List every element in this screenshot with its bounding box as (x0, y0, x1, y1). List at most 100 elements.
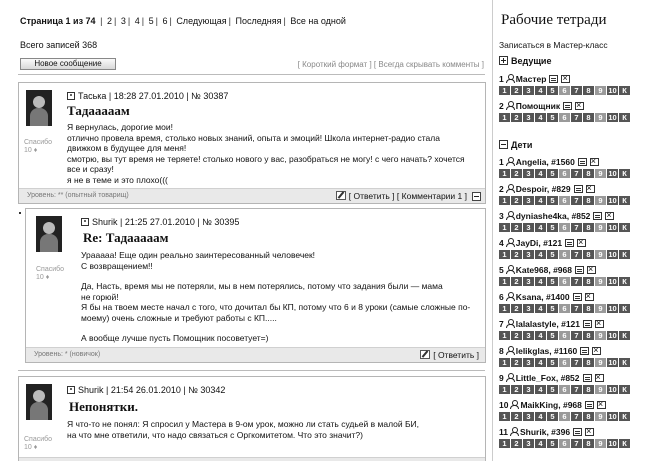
pager-next[interactable]: Следующая (176, 16, 226, 26)
lesson-tile[interactable]: 8 (583, 250, 594, 259)
lesson-tile[interactable]: 8 (583, 358, 594, 367)
lesson-tile[interactable]: 9 (595, 250, 606, 259)
member-row[interactable]: 6 Ksana, #1400 (499, 291, 594, 302)
lesson-tile[interactable]: 7 (571, 385, 582, 394)
lesson-tile[interactable]: 1 (499, 169, 510, 178)
lesson-tile[interactable]: 4 (535, 86, 546, 95)
lesson-tile[interactable]: 2 (511, 196, 522, 205)
lesson-tile[interactable]: 6 (559, 439, 570, 448)
member-name[interactable]: Angelia, #1560 (516, 157, 575, 167)
member-name[interactable]: Despoir, #829 (516, 184, 571, 194)
message-icon[interactable] (580, 347, 590, 355)
member-row[interactable]: 3 dyniashe4ka, #852 (499, 210, 615, 221)
lesson-tile[interactable]: 9 (595, 169, 606, 178)
close-icon[interactable] (586, 264, 596, 275)
pager-page-4[interactable]: 4 (135, 16, 140, 26)
lesson-tile[interactable]: К (619, 412, 630, 421)
lesson-tile[interactable]: 6 (559, 223, 570, 232)
message-icon[interactable] (574, 266, 584, 274)
close-icon[interactable] (585, 183, 595, 194)
lesson-tile[interactable]: 10 (607, 385, 618, 394)
reply-link[interactable]: [ Ответить ] (433, 350, 479, 360)
lesson-tile[interactable]: К (619, 196, 630, 205)
lesson-tile[interactable]: К (619, 358, 630, 367)
signup-link[interactable]: Записаться в Мастер-класс (499, 40, 608, 50)
thanks-count[interactable]: 10 ♦ (24, 146, 37, 155)
new-message-button[interactable]: Новое сообщение (20, 58, 116, 70)
lesson-tile[interactable]: 8 (583, 169, 594, 178)
lesson-tile[interactable]: 1 (499, 86, 510, 95)
member-row[interactable]: 2 Помощник (499, 100, 585, 111)
lesson-tile[interactable]: 10 (607, 223, 618, 232)
lesson-tile[interactable]: 7 (571, 86, 582, 95)
lesson-tile[interactable]: 8 (583, 385, 594, 394)
lesson-tile[interactable]: К (619, 169, 630, 178)
lesson-tile[interactable]: 2 (511, 223, 522, 232)
lesson-tile[interactable]: 7 (571, 331, 582, 340)
lesson-tile[interactable]: 8 (583, 223, 594, 232)
member-row[interactable]: 9 Little_Fox, #852 (499, 372, 604, 383)
lesson-tile[interactable]: 3 (523, 331, 534, 340)
member-row[interactable]: 4 JayDi, #121 (499, 237, 587, 248)
lesson-tile[interactable]: 7 (571, 358, 582, 367)
message-icon[interactable] (577, 158, 587, 166)
collapse-icon[interactable] (472, 192, 481, 201)
member-row[interactable]: 8 lelikglas, #1160 (499, 345, 602, 356)
close-icon[interactable] (605, 210, 615, 221)
lesson-tile[interactable]: 8 (583, 86, 594, 95)
lesson-tile[interactable]: К (619, 439, 630, 448)
lesson-tile[interactable]: 1 (499, 439, 510, 448)
close-icon[interactable] (575, 100, 585, 111)
message-icon[interactable] (549, 75, 559, 83)
message-icon[interactable] (584, 401, 594, 409)
member-row[interactable]: 5 Kate968, #968 (499, 264, 596, 275)
lesson-tile[interactable]: 3 (523, 277, 534, 286)
member-name[interactable]: Little_Fox, #852 (516, 373, 580, 383)
member-row[interactable]: 1 Angelia, #1560 (499, 156, 599, 167)
lesson-tile[interactable]: 3 (523, 439, 534, 448)
lesson-tile[interactable]: 4 (535, 169, 546, 178)
lesson-tile[interactable]: 6 (559, 331, 570, 340)
lesson-tile[interactable]: 2 (511, 250, 522, 259)
message-icon[interactable] (572, 293, 582, 301)
lesson-tile[interactable]: 1 (499, 250, 510, 259)
lesson-tile[interactable]: 1 (499, 385, 510, 394)
lesson-tile[interactable]: 1 (499, 277, 510, 286)
lesson-tile[interactable]: 3 (523, 250, 534, 259)
message-icon[interactable] (593, 212, 603, 220)
lesson-tile[interactable]: 5 (547, 86, 558, 95)
lesson-tile[interactable]: 5 (547, 277, 558, 286)
lesson-tile[interactable]: К (619, 385, 630, 394)
lesson-tile[interactable]: 3 (523, 196, 534, 205)
member-name[interactable]: MaikKing, #968 (520, 400, 581, 410)
pager-page-6[interactable]: 6 (162, 16, 167, 26)
edit-icon[interactable] (420, 350, 431, 359)
member-name[interactable]: lalalastyle, #121 (516, 319, 580, 329)
lesson-tile[interactable]: 10 (607, 412, 618, 421)
lesson-tile[interactable]: 8 (583, 277, 594, 286)
lesson-tile[interactable]: 6 (559, 196, 570, 205)
lesson-tile[interactable]: 4 (535, 277, 546, 286)
comments-link[interactable]: [ Комментарии 1 ] (397, 191, 467, 201)
lesson-tile[interactable]: 5 (547, 412, 558, 421)
lesson-tile[interactable]: 6 (559, 250, 570, 259)
lesson-tile[interactable]: 9 (595, 277, 606, 286)
lesson-tile[interactable]: 1 (499, 223, 510, 232)
message-icon[interactable] (565, 239, 575, 247)
lesson-tile[interactable]: К (619, 223, 630, 232)
member-name[interactable]: Помощник (516, 101, 560, 111)
lesson-tile[interactable]: 1 (499, 196, 510, 205)
lesson-tile[interactable]: 10 (607, 304, 618, 313)
lesson-tile[interactable]: 10 (607, 113, 618, 122)
member-name[interactable]: Shurik, #396 (520, 427, 570, 437)
lesson-tile[interactable]: 7 (571, 113, 582, 122)
lesson-tile[interactable]: 2 (511, 439, 522, 448)
lesson-tile[interactable]: 4 (535, 196, 546, 205)
close-icon[interactable] (595, 318, 605, 329)
lesson-tile[interactable]: 9 (595, 358, 606, 367)
lesson-tile[interactable]: 6 (559, 304, 570, 313)
lesson-tile[interactable]: 9 (595, 439, 606, 448)
lesson-tile[interactable]: 2 (511, 331, 522, 340)
close-icon[interactable] (596, 399, 606, 410)
lesson-tile[interactable]: 1 (499, 331, 510, 340)
